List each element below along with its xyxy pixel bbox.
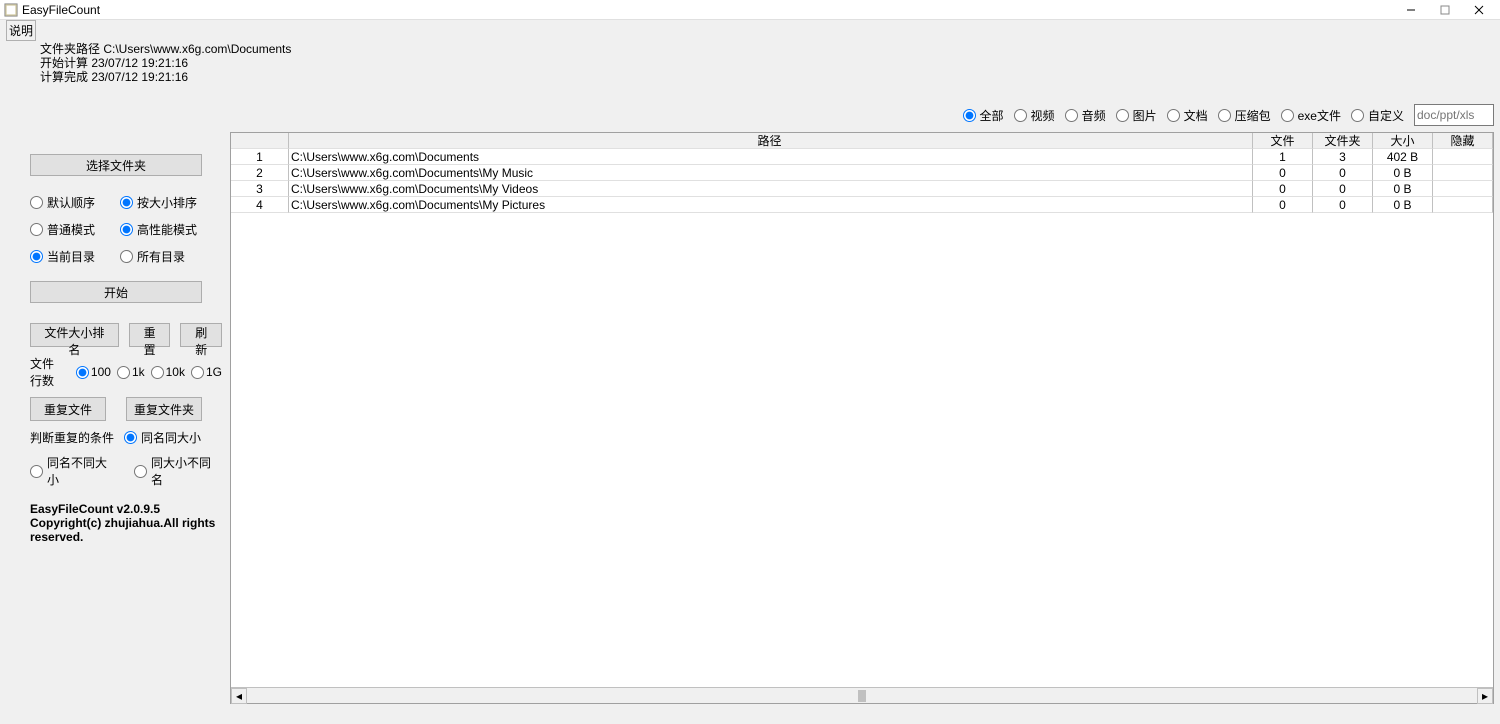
select-folder-button[interactable]: 选择文件夹 xyxy=(30,154,202,176)
cell-path: C:\Users\www.x6g.com\Documents\My Videos xyxy=(289,181,1253,197)
col-file[interactable]: 文件 xyxy=(1253,133,1313,149)
copyright-text: Copyright(c) zhujiahua.All rights reserv… xyxy=(30,516,215,544)
cell-size: 0 B xyxy=(1373,165,1433,181)
titlebar: EasyFileCount xyxy=(0,0,1500,20)
dup-cond-label: 判断重复的条件 xyxy=(30,429,124,446)
sort-files-button[interactable]: 文件大小排名 xyxy=(30,323,119,347)
radio-rows-100[interactable]: 100 xyxy=(76,365,111,379)
cell-path: C:\Users\www.x6g.com\Documents\My Music xyxy=(289,165,1253,181)
filter-exe[interactable]: exe文件 xyxy=(1281,107,1341,124)
filter-custom-input[interactable] xyxy=(1414,104,1494,126)
col-hidden[interactable]: 隐藏 xyxy=(1433,133,1493,149)
scrollbar-horizontal[interactable]: ◂ ▸ xyxy=(231,687,1493,703)
table: 路径 文件 文件夹 大小 隐藏 1C:\Users\www.x6g.com\Do… xyxy=(230,132,1494,704)
radio-dir-all[interactable]: 所有目录 xyxy=(120,248,185,265)
cell-folder: 0 xyxy=(1313,197,1373,213)
filter-doc[interactable]: 文档 xyxy=(1167,107,1208,124)
filter-audio[interactable]: 音频 xyxy=(1065,107,1106,124)
close-button[interactable] xyxy=(1462,0,1496,20)
minimize-button[interactable] xyxy=(1394,0,1428,20)
filter-video[interactable]: 视频 xyxy=(1014,107,1055,124)
filter-custom[interactable]: 自定义 xyxy=(1351,107,1404,124)
file-rows-label: 文件行数 xyxy=(30,355,66,389)
maximize-button[interactable] xyxy=(1428,0,1462,20)
filter-all[interactable]: 全部 xyxy=(963,107,1004,124)
filter-image[interactable]: 图片 xyxy=(1116,107,1157,124)
cell-hidden xyxy=(1433,149,1493,165)
radio-dup-same-name-size[interactable]: 同名同大小 xyxy=(124,429,201,446)
info-end-time: 计算完成 23/07/12 19:21:16 xyxy=(40,70,1500,84)
left-panel: 选择文件夹 默认顺序 按大小排序 普通模式 高性能模式 当前目录 所有目录 开始… xyxy=(6,88,226,704)
cell-file: 0 xyxy=(1253,197,1313,213)
cell-hidden xyxy=(1433,165,1493,181)
radio-sort-default[interactable]: 默认顺序 xyxy=(30,194,95,211)
cell-path: C:\Users\www.x6g.com\Documents\My Pictur… xyxy=(289,197,1253,213)
menubar: 说明 xyxy=(0,20,1500,38)
cell-size: 0 B xyxy=(1373,181,1433,197)
version-text: EasyFileCount v2.0.9.5 xyxy=(30,502,160,516)
refresh-button[interactable]: 刷新 xyxy=(180,323,222,347)
filter-archive[interactable]: 压缩包 xyxy=(1218,107,1271,124)
table-body: 1C:\Users\www.x6g.com\Documents13402 B2C… xyxy=(231,149,1493,687)
right-panel: 全部 视频 音频 图片 文档 压缩包 exe文件 自定义 路径 文件 文件夹 大… xyxy=(226,88,1494,704)
cell-folder: 3 xyxy=(1313,149,1373,165)
reset-button[interactable]: 重置 xyxy=(129,323,171,347)
cell-num: 2 xyxy=(231,165,289,181)
cell-folder: 0 xyxy=(1313,181,1373,197)
table-row[interactable]: 4C:\Users\www.x6g.com\Documents\My Pictu… xyxy=(231,197,1493,213)
col-folder[interactable]: 文件夹 xyxy=(1313,133,1373,149)
scroll-left-icon[interactable]: ◂ xyxy=(231,688,247,704)
radio-dup-same-name-diff-size[interactable]: 同名不同大小 xyxy=(30,454,118,488)
radio-rows-1g[interactable]: 1G xyxy=(191,365,222,379)
cell-folder: 0 xyxy=(1313,165,1373,181)
table-row[interactable]: 1C:\Users\www.x6g.com\Documents13402 B xyxy=(231,149,1493,165)
start-button[interactable]: 开始 xyxy=(30,281,202,303)
cell-size: 402 B xyxy=(1373,149,1433,165)
app-icon xyxy=(4,3,18,17)
info-block: 文件夹路径 C:\Users\www.x6g.com\Documents 开始计… xyxy=(0,38,1500,88)
col-size[interactable]: 大小 xyxy=(1373,133,1433,149)
table-row[interactable]: 3C:\Users\www.x6g.com\Documents\My Video… xyxy=(231,181,1493,197)
cell-num: 1 xyxy=(231,149,289,165)
radio-dir-current[interactable]: 当前目录 xyxy=(30,248,95,265)
radio-rows-1k[interactable]: 1k xyxy=(117,365,145,379)
table-row[interactable]: 2C:\Users\www.x6g.com\Documents\My Music… xyxy=(231,165,1493,181)
cell-file: 0 xyxy=(1253,165,1313,181)
cell-num: 4 xyxy=(231,197,289,213)
cell-num: 3 xyxy=(231,181,289,197)
cell-hidden xyxy=(1433,197,1493,213)
col-num[interactable] xyxy=(231,133,289,149)
col-path[interactable]: 路径 xyxy=(289,133,1253,149)
scroll-right-icon[interactable]: ▸ xyxy=(1477,688,1493,704)
cell-file: 0 xyxy=(1253,181,1313,197)
cell-path: C:\Users\www.x6g.com\Documents xyxy=(289,149,1253,165)
radio-mode-normal[interactable]: 普通模式 xyxy=(30,221,95,238)
info-folder-path: 文件夹路径 C:\Users\www.x6g.com\Documents xyxy=(40,42,1500,56)
radio-rows-10k[interactable]: 10k xyxy=(151,365,185,379)
filter-bar: 全部 视频 音频 图片 文档 压缩包 exe文件 自定义 xyxy=(230,88,1494,132)
dup-files-button[interactable]: 重复文件 xyxy=(30,397,106,421)
table-header: 路径 文件 文件夹 大小 隐藏 xyxy=(231,133,1493,149)
cell-file: 1 xyxy=(1253,149,1313,165)
menu-help[interactable]: 说明 xyxy=(6,20,36,41)
radio-dup-same-size-diff-name[interactable]: 同大小不同名 xyxy=(134,454,222,488)
cell-size: 0 B xyxy=(1373,197,1433,213)
cell-hidden xyxy=(1433,181,1493,197)
radio-sort-size[interactable]: 按大小排序 xyxy=(120,194,197,211)
info-start-time: 开始计算 23/07/12 19:21:16 xyxy=(40,56,1500,70)
scroll-thumb[interactable] xyxy=(858,690,866,702)
dup-folders-button[interactable]: 重复文件夹 xyxy=(126,397,202,421)
title-text: EasyFileCount xyxy=(22,3,1394,17)
radio-mode-perf[interactable]: 高性能模式 xyxy=(120,221,197,238)
